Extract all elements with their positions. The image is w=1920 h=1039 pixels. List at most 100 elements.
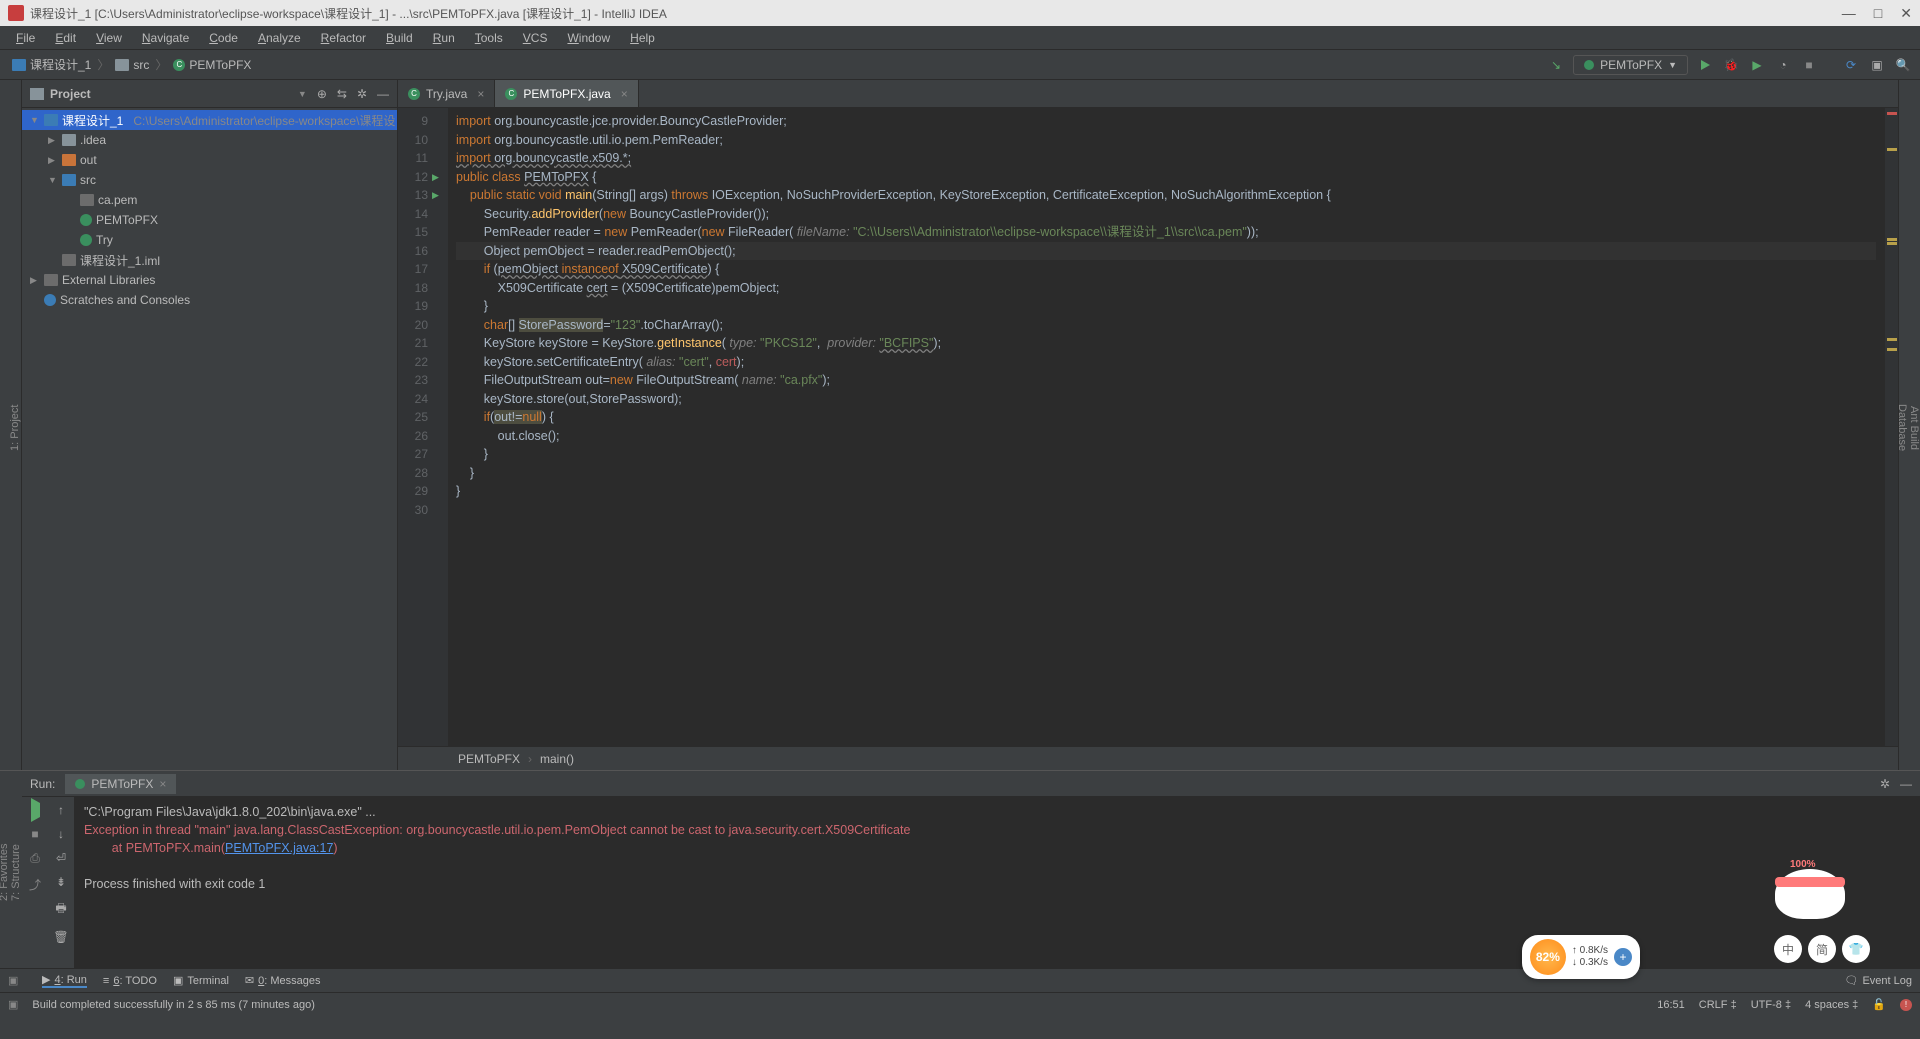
quick-access-icon[interactable]: ▣ [8,974,26,987]
favorites-tool-button[interactable]: 2: Favorites [0,777,10,968]
tree-node[interactable]: .idea [22,130,397,150]
project-tool-button[interactable]: 1: Project [9,86,21,770]
menu-file[interactable]: File [8,29,43,47]
mascot-btn-skin[interactable]: 👕 [1842,935,1870,963]
caret-position[interactable]: 16:51 [1657,999,1685,1011]
minimize-panel-icon[interactable]: — [377,87,389,101]
tree-arrow-icon[interactable] [30,275,40,286]
run-button[interactable] [1696,56,1714,74]
indent-indicator[interactable]: 4 spaces ‡ [1805,999,1858,1011]
menu-edit[interactable]: Edit [47,29,84,47]
wrap-icon[interactable]: ⏎ [56,851,66,865]
print-icon[interactable]: 🖶 [55,899,66,920]
tree-node[interactable]: External Libraries [22,270,397,290]
close-icon[interactable]: × [477,87,484,101]
up-icon[interactable]: ↑ [58,803,64,817]
down-icon[interactable]: ↓ [58,827,64,841]
breadcrumb-item[interactable]: CPEMToPFX [169,58,255,72]
network-monitor-widget[interactable]: 82% ↑ 0.8K/s ↓ 0.3K/s + [1522,935,1640,979]
project-tree[interactable]: 课程设计_1C:\Users\Administrator\eclipse-wor… [22,108,397,770]
tree-arrow-icon[interactable] [48,155,58,166]
settings-icon[interactable]: ✲ [1880,777,1890,791]
commit-button[interactable]: ▣ [1868,56,1886,74]
settings-icon[interactable]: ✲ [357,87,367,101]
close-icon[interactable]: × [159,777,166,791]
code-editor[interactable]: import org.bouncycastle.jce.provider.Bou… [448,108,1884,746]
menu-analyze[interactable]: Analyze [250,29,309,47]
build-icon[interactable]: ↘ [1547,56,1565,74]
close-button[interactable]: ✕ [1900,5,1912,22]
editor-tab[interactable]: CPEMToPFX.java× [495,80,638,107]
breadcrumb-item[interactable]: src [111,58,153,72]
toolwindow-button[interactable]: ▣Terminal [173,973,229,988]
menu-help[interactable]: Help [622,29,663,47]
rerun-button[interactable] [31,803,40,817]
run-config-dropdown[interactable]: PEMToPFX ▼ [1573,55,1688,75]
toolwindow-button[interactable]: ≡6: TODO [103,973,157,988]
plus-icon[interactable]: + [1614,948,1632,966]
exit-button[interactable]: ⤴ [29,876,41,893]
stacktrace-link[interactable]: PEMToPFX.java:17 [225,841,333,855]
tree-arrow-icon[interactable] [30,115,40,125]
breadcrumb-class[interactable]: PEMToPFX [458,752,520,766]
toolwindow-button[interactable]: ▶4: Run [42,973,87,988]
chevron-down-icon[interactable]: ▼ [298,89,307,99]
line-separator[interactable]: CRLF ‡ [1699,999,1737,1011]
tree-node[interactable]: Try [22,230,397,250]
editor-gutter[interactable]: 9101112131415161718192021222324252627282… [398,108,448,746]
search-everywhere-icon[interactable]: 🔍 [1894,56,1912,74]
menu-navigate[interactable]: Navigate [134,29,197,47]
error-indicator[interactable]: ! [1900,999,1912,1011]
menu-refactor[interactable]: Refactor [313,29,374,47]
gutter-run-icon[interactable]: ▶ [432,186,439,205]
tree-node[interactable]: Scratches and Consoles [22,290,397,310]
debug-button[interactable]: 🐞 [1722,56,1740,74]
gutter-run-icon[interactable]: ▶ [432,168,439,187]
mascot-btn-simp[interactable]: 简 [1808,935,1836,963]
menu-code[interactable]: Code [201,29,246,47]
tree-node[interactable]: out [22,150,397,170]
tree-node[interactable]: 课程设计_1.iml [22,250,397,270]
tree-arrow-icon[interactable] [48,175,58,185]
minimize-button[interactable]: — [1842,5,1856,22]
toolwindow-button[interactable]: ✉0: Messages [245,973,321,988]
breadcrumb-item[interactable]: 课程设计_1 [8,56,95,73]
menu-vcs[interactable]: VCS [515,29,556,47]
maximize-button[interactable]: □ [1874,5,1882,22]
clear-icon[interactable]: 🗑 [53,930,68,944]
minimize-panel-icon[interactable]: — [1900,777,1912,791]
coverage-button[interactable]: ▶ [1748,56,1766,74]
close-icon[interactable]: × [621,87,628,101]
stop-button[interactable]: ■ [1800,56,1818,74]
breadcrumb-method[interactable]: main() [540,752,574,766]
dump-button[interactable]: ⎙ [30,851,40,866]
menu-tools[interactable]: Tools [467,29,511,47]
ant-build-button[interactable]: Ant Build [1908,86,1920,770]
event-log-button[interactable]: 🗨 Event Log [1844,974,1912,987]
menu-run[interactable]: Run [425,29,463,47]
error-stripe[interactable] [1884,108,1898,746]
stop-button[interactable]: ■ [31,827,38,841]
menu-build[interactable]: Build [378,29,421,47]
menu-view[interactable]: View [88,29,130,47]
menu-window[interactable]: Window [559,29,618,47]
tree-node[interactable]: 课程设计_1C:\Users\Administrator\eclipse-wor… [22,110,397,130]
profile-button[interactable]: ◔ [1774,56,1792,74]
editor-tab[interactable]: CTry.java× [398,80,495,107]
run-tab[interactable]: PEMToPFX × [65,774,176,794]
locate-icon[interactable]: ⊕ [317,87,327,101]
statusbar-icon[interactable]: ▣ [8,998,18,1011]
tree-node[interactable]: ca.pem [22,190,397,210]
desktop-mascot[interactable]: 100% [1760,859,1860,939]
expand-icon[interactable]: ⇆ [337,87,347,101]
file-encoding[interactable]: UTF-8 ‡ [1751,999,1791,1011]
update-button[interactable]: ⟳ [1842,56,1860,74]
scroll-icon[interactable]: ⇟ [56,875,66,889]
readonly-icon[interactable]: 🔓 [1872,998,1886,1011]
tree-arrow-icon[interactable] [48,135,58,146]
structure-tool-button[interactable]: 7: Structure [10,777,22,968]
console-output[interactable]: "C:\Program Files\Java\jdk1.8.0_202\bin\… [74,797,1920,968]
tree-node[interactable]: src [22,170,397,190]
mascot-btn-lang[interactable]: 中 [1774,935,1802,963]
tree-node[interactable]: PEMToPFX [22,210,397,230]
